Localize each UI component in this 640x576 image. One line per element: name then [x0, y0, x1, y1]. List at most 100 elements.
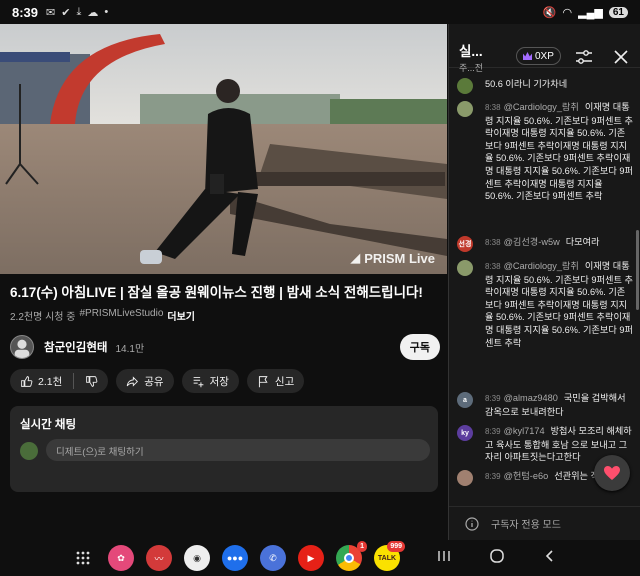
chrome-badge: 1: [357, 541, 367, 552]
kakaotalk-badge: 999: [387, 541, 405, 552]
crown-icon: [523, 52, 532, 60]
report-label: 신고: [274, 375, 295, 388]
wifi-icon: ◠: [562, 6, 573, 19]
chat-subtitle: 주...전: [459, 63, 484, 73]
chrome-center: [344, 553, 354, 563]
chat-user[interactable]: @Cardiology_람취: [504, 261, 579, 271]
chat-user[interactable]: @헌텀-e6o: [504, 471, 549, 481]
live-chat-card[interactable]: 실시간 채팅 디제트(으)로 채팅하기: [10, 406, 438, 492]
mute-icon: 🔇: [542, 6, 557, 19]
chat-input[interactable]: 디제트(으)로 채팅하기: [46, 439, 430, 461]
camera-icon[interactable]: ◉: [184, 545, 210, 571]
status-bar: 8:39 ✉ ✔ ⤓ ☁ • 🔇 ◠ ▂▄▆ 61: [0, 0, 640, 24]
reaction-button[interactable]: [594, 455, 630, 491]
chat-avatar: a: [457, 392, 473, 408]
info-icon[interactable]: [465, 516, 479, 531]
video-player[interactable]: ◢ PRISM Live: [0, 24, 447, 274]
chat-user[interactable]: @Cardiology_람취: [504, 102, 579, 112]
chat-header: 실... 주...전 0XP: [449, 24, 640, 73]
chat-time: 8:38: [485, 238, 501, 247]
kakaotalk-icon[interactable]: TALK 999: [374, 541, 405, 571]
report-button[interactable]: 신고: [246, 369, 305, 393]
chat-scrollbar[interactable]: [636, 230, 639, 310]
chat-user[interactable]: @kyl7174: [504, 426, 545, 436]
checkmark-icon: ✔: [61, 6, 71, 19]
chat-body: 8:38 @김선경-w5w 다모여라: [485, 236, 633, 250]
chat-text: 다모여라: [565, 237, 600, 247]
chat-avatar: [457, 78, 473, 94]
chat-time: 8:39: [485, 427, 501, 436]
like-dislike-group: 2.1천: [10, 369, 109, 393]
signal-icon: ▂▄▆: [578, 6, 603, 19]
chat-text: 50.6 이라니 기가차네: [485, 79, 568, 89]
chat-avatar: [457, 101, 473, 117]
app-drawer-icon[interactable]: [70, 545, 96, 571]
xp-badge[interactable]: 0XP: [516, 47, 561, 65]
chrome-icon[interactable]: 1: [336, 541, 367, 571]
save-label: 저장: [209, 375, 229, 388]
share-button[interactable]: 공유: [116, 369, 174, 393]
prism-label: PRISM Live: [364, 250, 435, 266]
dot-icon: •: [104, 6, 109, 18]
chat-message: a 8:39 @almaz9480 국민을 겁박해서 감옥으로 보내려한다: [457, 392, 633, 418]
download-icon: ⤓: [76, 5, 82, 18]
chat-user[interactable]: @김선경-w5w: [504, 237, 560, 247]
chat-avatar: [457, 260, 473, 276]
status-time: 8:39: [12, 4, 39, 20]
home-icon[interactable]: [489, 548, 505, 564]
notification-icons: ✉ ✔ ⤓ ☁ •: [46, 6, 108, 19]
channel-row: 참군인김현태 14.1만 구독: [10, 332, 440, 362]
person-icon: [14, 339, 30, 358]
phone-icon[interactable]: ✆: [260, 545, 286, 571]
chat-avatar: ky: [457, 425, 473, 441]
pill-divider: [73, 373, 75, 389]
chat-messages: 50.6 이라니 기가차네 8:38 @Cardiology_람취 이재명 대통령 …: [449, 74, 640, 504]
cloud-icon: ☁: [87, 6, 99, 19]
hashtag-link[interactable]: #PRISMLiveStudio: [79, 308, 163, 323]
xp-value: 0XP: [535, 50, 554, 62]
voice-recorder-icon[interactable]: 〰: [146, 545, 172, 571]
battery-level: 61: [608, 6, 628, 18]
heart-icon: [604, 466, 620, 480]
save-button[interactable]: 저장: [181, 369, 239, 393]
share-label: 공유: [144, 375, 164, 388]
chat-message: 8:38 @Cardiology_람취 이재명 대통령 지지율 50.6%. 기존보…: [457, 101, 633, 203]
chat-message: 선경 8:38 @김선경-w5w 다모여라: [457, 236, 633, 252]
taskbar: ✿ 〰 ◉ ●●● ✆ ▶ 1 TALK 999: [0, 540, 640, 576]
chat-time: 8:38: [485, 103, 501, 112]
subscribe-button[interactable]: 구독: [399, 334, 440, 360]
messages-icon[interactable]: ●●●: [222, 545, 248, 571]
sms-icon: ✉: [46, 6, 56, 19]
action-bar: 2.1천 공유 저장 신고: [10, 369, 305, 393]
tune-icon[interactable]: [575, 48, 593, 66]
app-dock: ✿ 〰 ◉ ●●● ✆ ▶ 1 TALK 999: [70, 541, 405, 571]
youtube-icon[interactable]: ▶: [298, 545, 324, 571]
chat-body: 8:38 @Cardiology_람취 이재명 대통령 지지율 50.6%. 기존보…: [485, 101, 633, 203]
chat-title[interactable]: 실...: [459, 40, 483, 60]
flag-icon: [258, 375, 268, 387]
chat-footer: 구독자 전용 모드: [449, 506, 640, 540]
channel-avatar[interactable]: [10, 335, 34, 359]
user-avatar: [20, 442, 38, 460]
gallery-icon[interactable]: ✿: [108, 545, 134, 571]
share-icon: [127, 375, 139, 387]
video-title: 6.17(수) 아침LIVE | 잠실 올공 원웨이뉴스 진행 | 밤새 소식 …: [10, 285, 423, 300]
chat-user[interactable]: @almaz9480: [504, 393, 558, 403]
thumbs-down-icon[interactable]: [85, 375, 98, 388]
video-panel: ◢ PRISM Live 6.17(수) 아침LIVE | 잠실 올공 원웨이뉴…: [0, 24, 447, 540]
chat-message: 8:38 @Cardiology_람취 이재명 대통령 지지율 50.6%. 기존보…: [457, 260, 633, 349]
subscriber-count: 14.1만: [115, 343, 145, 355]
video-meta: 2.2천명 시청 중 #PRISMLiveStudio 더보기: [10, 308, 195, 323]
recent-apps-icon[interactable]: [437, 549, 451, 563]
chat-time: 8:39: [485, 394, 501, 403]
chat-body: 8:39 @almaz9480 국민을 겁박해서 감옥으로 보내려한다: [485, 392, 633, 418]
chat-text: 이재명 대통령 지지율 50.6%. 기존보다 9퍼센트 추락이재명 대통령 지…: [485, 261, 633, 348]
thumbs-up-icon[interactable]: [20, 375, 33, 388]
chat-body: 8:38 @Cardiology_람취 이재명 대통령 지지율 50.6%. 기존보…: [485, 260, 633, 349]
like-count[interactable]: 2.1천: [38, 374, 62, 389]
channel-name[interactable]: 참군인김현태: [44, 339, 107, 355]
more-button[interactable]: 더보기: [167, 308, 195, 323]
back-icon[interactable]: [543, 549, 557, 563]
video-frame: [0, 24, 447, 274]
close-icon[interactable]: [612, 48, 630, 66]
